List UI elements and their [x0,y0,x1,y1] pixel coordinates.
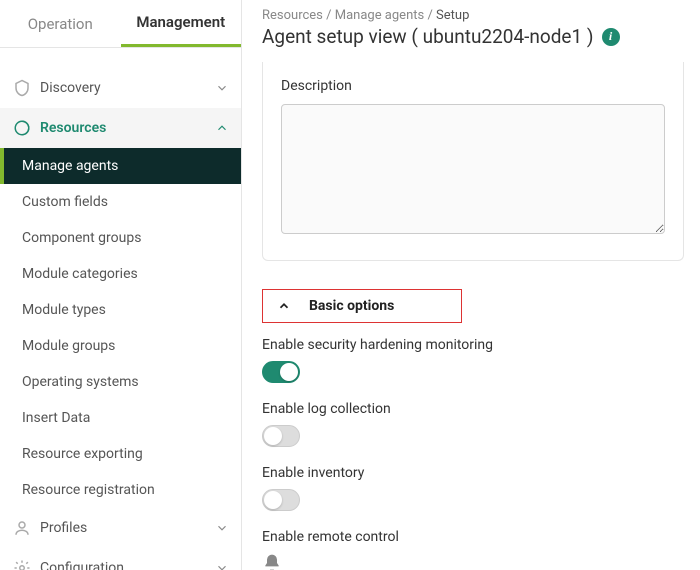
nav-profiles[interactable]: Profiles [0,508,241,548]
resources-submenu: Manage agents Custom fields Component gr… [0,148,241,508]
sub-insert-data[interactable]: Insert Data [0,400,241,436]
breadcrumb-current: Setup [436,8,469,23]
chevron-down-icon [215,81,229,95]
main-content: Resources / Manage agents / Setup Agent … [242,0,700,570]
resources-icon [12,118,32,138]
sub-component-groups[interactable]: Component groups [0,220,241,256]
toggle-security[interactable] [262,361,300,383]
description-label: Description [281,78,665,94]
option-label: Enable inventory [262,465,684,481]
sidebar-nav: Discovery Resources Manage agents Custom… [0,48,241,570]
basic-options-header[interactable]: Basic options [262,289,462,323]
discovery-icon [12,78,32,98]
sub-resource-registration[interactable]: Resource registration [0,472,241,508]
sub-module-types[interactable]: Module types [0,292,241,328]
option-label: Enable security hardening monitoring [262,337,684,353]
page-title: Agent setup view ( ubuntu2204-node1 ) [262,25,594,48]
accordion-title: Basic options [309,298,394,314]
nav-label: Discovery [40,80,215,96]
option-label: Enable log collection [262,401,684,417]
nav-configuration[interactable]: Configuration [0,548,241,570]
nav-discovery[interactable]: Discovery [0,68,241,108]
bell-icon[interactable] [262,553,684,570]
gear-icon [12,558,32,570]
breadcrumb: Resources / Manage agents / Setup [262,8,684,23]
chevron-up-icon [215,121,229,135]
option-label: Enable remote control [262,529,684,545]
sub-custom-fields[interactable]: Custom fields [0,184,241,220]
top-tabs: Operation Management [0,0,241,48]
sidebar: Operation Management Discovery Resources [0,0,242,570]
sub-module-categories[interactable]: Module categories [0,256,241,292]
page-title-row: Agent setup view ( ubuntu2204-node1 ) i [262,25,684,48]
tab-operation[interactable]: Operation [0,0,121,47]
option-log: Enable log collection [262,401,684,447]
description-card: Description [262,62,684,261]
nav-resources[interactable]: Resources [0,108,241,148]
tab-management[interactable]: Management [121,0,242,47]
option-security: Enable security hardening monitoring [262,337,684,383]
description-textarea[interactable] [281,104,665,234]
breadcrumb-part[interactable]: Manage agents [335,8,425,23]
sub-manage-agents[interactable]: Manage agents [0,148,241,184]
info-icon[interactable]: i [602,28,620,46]
sub-resource-exporting[interactable]: Resource exporting [0,436,241,472]
chevron-down-icon [215,521,229,535]
nav-label: Resources [40,120,215,136]
chevron-down-icon [215,561,229,570]
profiles-icon [12,518,32,538]
toggle-inventory[interactable] [262,489,300,511]
sub-operating-systems[interactable]: Operating systems [0,364,241,400]
sub-module-groups[interactable]: Module groups [0,328,241,364]
nav-label: Profiles [40,520,215,536]
breadcrumb-part[interactable]: Resources [262,8,323,23]
nav-label: Configuration [40,560,215,570]
option-inventory: Enable inventory [262,465,684,511]
option-remote: Enable remote control [262,529,684,570]
chevron-up-icon [277,299,291,313]
toggle-log[interactable] [262,425,300,447]
